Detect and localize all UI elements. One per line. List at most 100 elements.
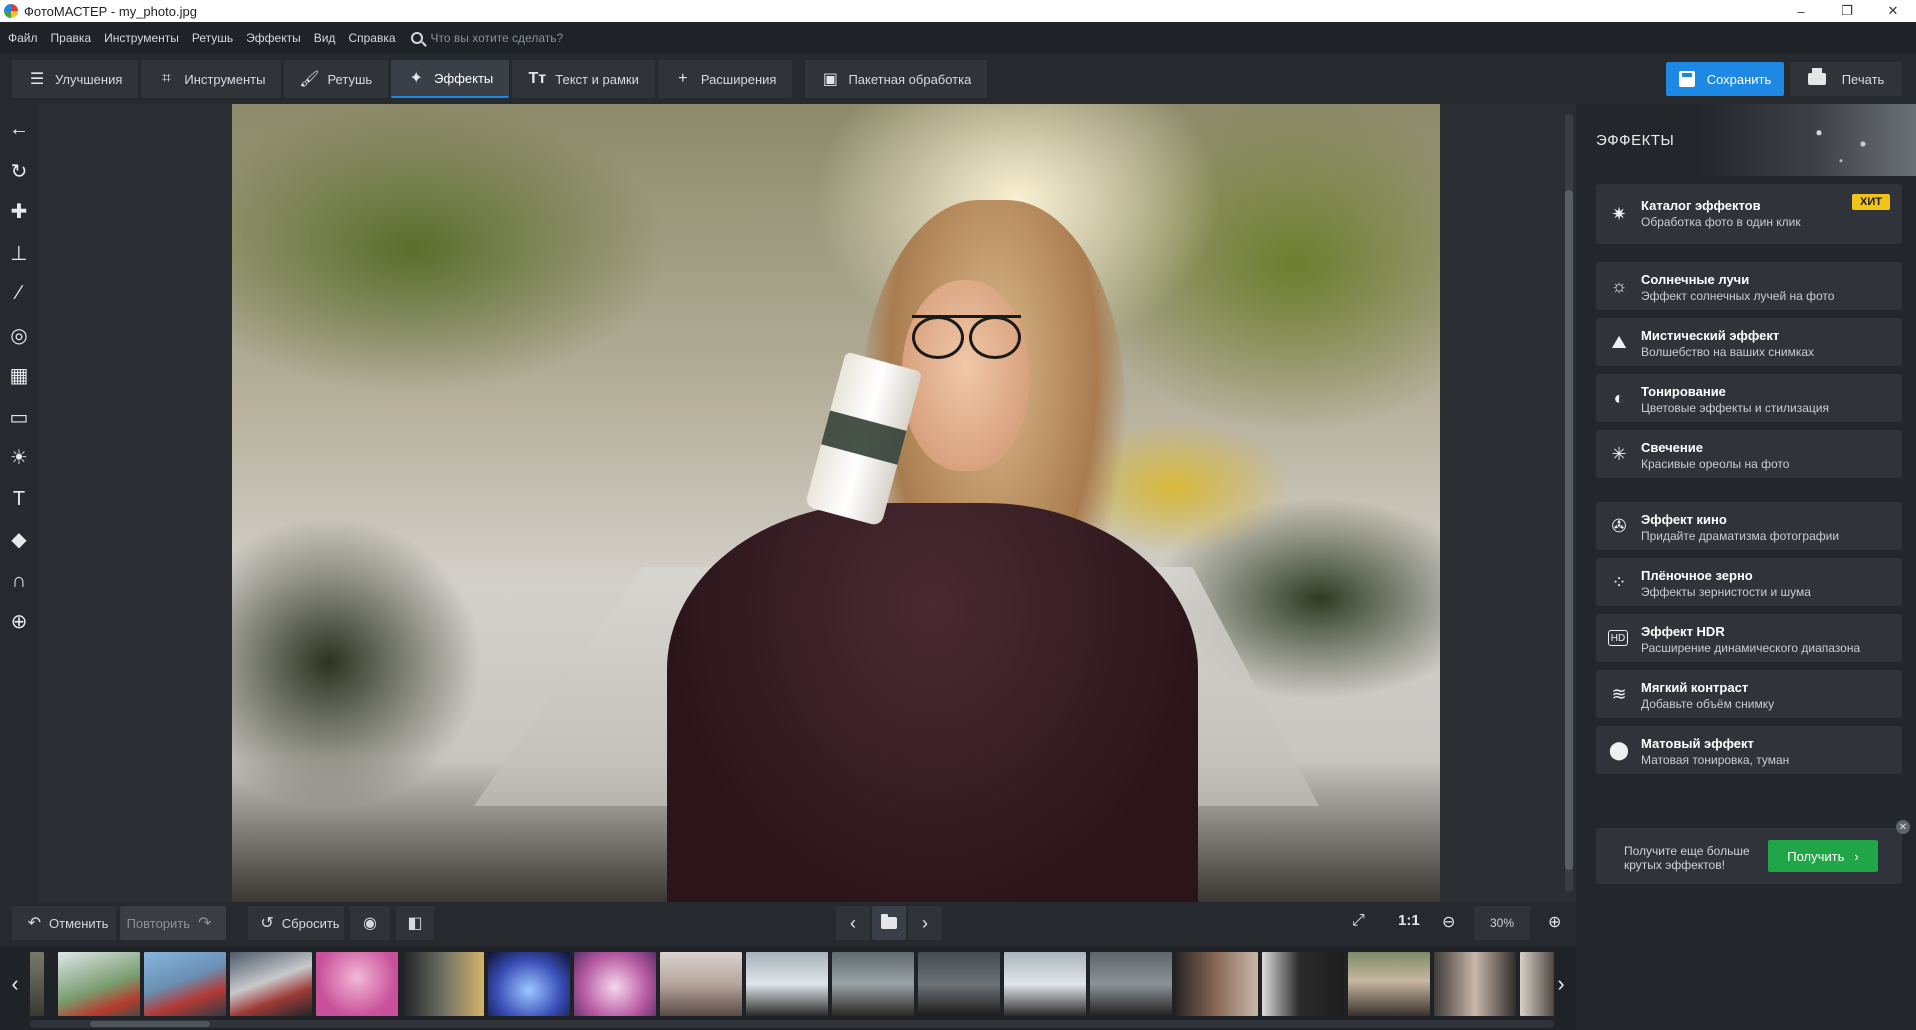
zoom-in-icon[interactable]: ⊕ — [1548, 912, 1561, 932]
liquify-icon[interactable]: ⊕ — [6, 608, 32, 634]
redo-label: Повторить — [126, 915, 191, 931]
thumbnail[interactable] — [660, 952, 742, 1016]
zoom-out-icon[interactable]: ⊖ — [1442, 912, 1455, 932]
tab-enhancements[interactable]: ☰ Улучшения — [12, 60, 139, 98]
tab-text-frames[interactable]: Tт Текст и рамки — [512, 60, 655, 98]
crop-icon: ⌗ — [161, 70, 171, 87]
light-icon[interactable]: ☀ — [6, 444, 32, 470]
thumbnail[interactable] — [30, 952, 44, 1016]
tab-effects[interactable]: ✦ Эффекты — [391, 60, 510, 98]
menu-edit[interactable]: Правка — [51, 31, 92, 45]
thumbnail[interactable] — [58, 952, 140, 1016]
filmstrip-scrollbar[interactable] — [30, 1020, 1554, 1028]
thumbnail[interactable] — [1176, 952, 1258, 1016]
editor-canvas[interactable] — [38, 104, 1573, 902]
menu-help[interactable]: Справка — [348, 31, 395, 45]
maximize-button[interactable]: ❐ — [1824, 0, 1870, 22]
tab-label: Текст и рамки — [555, 71, 639, 87]
tab-label: Эффекты — [434, 70, 494, 86]
reset-button[interactable]: ↺ Сбросить — [248, 906, 344, 940]
back-arrow-icon[interactable]: ← — [6, 116, 32, 142]
person-shape-icon[interactable]: ∩ — [6, 568, 32, 594]
rotate-icon[interactable]: ↻ — [6, 158, 32, 184]
close-button[interactable]: ✕ — [1870, 0, 1916, 22]
healing-patch-icon[interactable]: ✚ — [6, 198, 32, 224]
stamp-icon[interactable]: ⊥ — [6, 240, 32, 266]
zoom-one-to-one[interactable]: 1:1 — [1398, 912, 1420, 929]
thumbnail[interactable] — [1090, 952, 1172, 1016]
gradient-filter-icon[interactable]: ▦ — [6, 362, 32, 388]
scrollbar-thumb[interactable] — [1565, 190, 1573, 870]
next-photo-button[interactable]: › — [908, 906, 942, 940]
thumbnail[interactable] — [1004, 952, 1086, 1016]
card-title: Каталог эффектов — [1641, 198, 1761, 213]
previous-photo-button[interactable]: ‹ — [836, 906, 870, 940]
radial-filter-icon[interactable]: ◎ — [6, 322, 32, 348]
thumbnail[interactable] — [1262, 952, 1344, 1016]
effect-sun-rays[interactable]: ☼ Солнечные лучи Эффект солнечных лучей … — [1596, 262, 1902, 310]
effects-panel-title: ЭФФЕКТЫ — [1596, 132, 1675, 149]
thumbnail[interactable] — [918, 952, 1000, 1016]
minimize-button[interactable]: – — [1778, 0, 1824, 22]
tab-label: Ретушь — [327, 71, 373, 87]
print-button[interactable]: Печать — [1790, 62, 1902, 96]
filmstrip: ‹ › — [0, 946, 1576, 1030]
thumbnail[interactable] — [746, 952, 828, 1016]
open-folder-button[interactable] — [872, 906, 906, 940]
command-search-input[interactable] — [430, 31, 691, 45]
fill-bucket-icon[interactable]: ◆ — [6, 526, 32, 552]
compare-button[interactable]: ◧ — [396, 906, 434, 940]
command-search — [410, 31, 691, 45]
brush-icon[interactable]: ∕ — [6, 280, 32, 306]
menu-retouch[interactable]: Ретушь — [192, 31, 233, 45]
effect-soft-contrast[interactable]: ≋ Мягкий контраст Добавьте объём снимку — [1596, 670, 1902, 718]
vignette-icon[interactable]: ▭ — [6, 404, 32, 430]
save-button[interactable]: Сохранить — [1666, 62, 1784, 96]
effect-film-grain[interactable]: ⁘ Плёночное зерно Эффекты зернистости и … — [1596, 558, 1902, 606]
floppy-disk-icon — [1678, 71, 1695, 87]
tab-tools[interactable]: ⌗ Инструменты — [141, 60, 282, 98]
effect-mystic[interactable]: ⛰ Мистический эффект Волшебство на ваших… — [1596, 318, 1902, 366]
photo-subject-body — [666, 503, 1199, 902]
thumbnail[interactable] — [832, 952, 914, 1016]
batch-images-icon: ▣ — [822, 71, 838, 88]
effect-glow[interactable]: ✳ Свечение Красивые ореолы на фото — [1596, 430, 1902, 478]
thumbnail[interactable] — [488, 952, 570, 1016]
menu-view[interactable]: Вид — [314, 31, 336, 45]
effect-toning[interactable]: ◐ Тонирование Цветовые эффекты и стилиза… — [1596, 374, 1902, 422]
thumbnail[interactable] — [1434, 952, 1516, 1016]
text-tool-icon[interactable]: T — [6, 486, 32, 512]
effect-matte[interactable]: ⬤ Матовый эффект Матовая тонировка, тума… — [1596, 726, 1902, 774]
undo-icon: ↶ — [27, 915, 41, 932]
filmstrip-prev-icon[interactable]: ‹ — [0, 946, 30, 1022]
close-icon[interactable]: ✕ — [1896, 820, 1910, 834]
thumbnail[interactable] — [1348, 952, 1430, 1016]
thumbnail[interactable] — [230, 952, 312, 1016]
scrollbar-thumb[interactable] — [90, 1021, 210, 1027]
preview-toggle-button[interactable]: ◉ — [350, 906, 390, 940]
redo-button[interactable]: Повторить ↷ — [120, 906, 226, 940]
thumbnail[interactable] — [402, 952, 484, 1016]
effects-catalog-card[interactable]: ✷ Каталог эффектов Обработка фото в один… — [1596, 184, 1902, 244]
batch-processing-button[interactable]: ▣ Пакетная обработка — [805, 60, 988, 98]
photo-glasses — [912, 315, 1021, 360]
vertical-scrollbar[interactable] — [1562, 104, 1576, 902]
menu-tools[interactable]: Инструменты — [104, 31, 179, 45]
get-more-effects-button[interactable]: Получить › — [1768, 840, 1878, 872]
menu-effects[interactable]: Эффекты — [246, 31, 301, 45]
card-title: Тонирование — [1641, 384, 1726, 399]
filmstrip-next-icon[interactable]: › — [1546, 946, 1576, 1022]
thumbnail[interactable] — [316, 952, 398, 1016]
fit-screen-icon[interactable]: ⤢ — [1352, 912, 1365, 930]
thumbnail[interactable] — [574, 952, 656, 1016]
undo-button[interactable]: ↶ Отменить — [12, 906, 116, 940]
text-icon: Tт — [528, 70, 547, 87]
effect-cinema[interactable]: ✇ Эффект кино Придайте драматизма фотогр… — [1596, 502, 1902, 550]
tab-retouch[interactable]: 🖌 Ретушь — [284, 60, 389, 98]
photo-preview[interactable] — [232, 104, 1440, 902]
menu-file[interactable]: Файл — [8, 31, 38, 45]
tab-extensions[interactable]: + Расширения — [657, 60, 793, 98]
effect-hdr[interactable]: HD Эффект HDR Расширение динамического д… — [1596, 614, 1902, 662]
hdr-icon: HD — [1608, 630, 1628, 646]
thumbnail[interactable] — [144, 952, 226, 1016]
